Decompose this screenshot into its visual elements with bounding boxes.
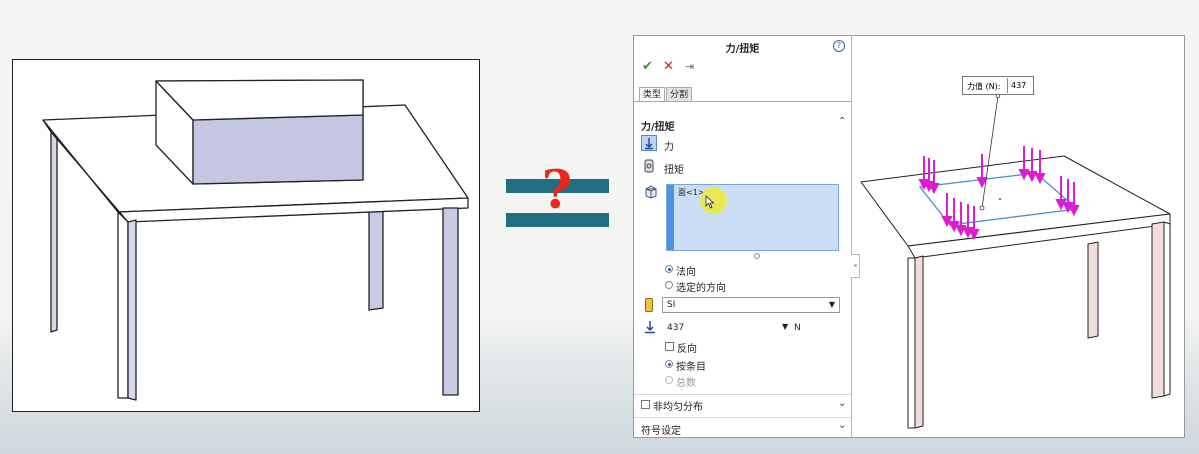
force-unit-label: N (794, 323, 801, 333)
table-with-box-drawing (42, 79, 469, 401)
symbol-settings-label[interactable]: 符号设定 (641, 422, 681, 437)
force-value-icon (643, 320, 659, 336)
callout-label: 力值 (N): (967, 82, 1001, 91)
section-divider (634, 394, 851, 395)
value-dropdown-arrow-icon[interactable]: ▼ (782, 322, 788, 331)
callout-value[interactable]: 437 (1007, 78, 1032, 93)
question-circle-icon[interactable]: ? (833, 40, 845, 52)
units-icon (645, 298, 653, 312)
pushpin-icon[interactable]: ⇥ (685, 60, 694, 73)
chevron-down-icon[interactable]: ⌄ (838, 420, 846, 431)
section-divider (634, 417, 851, 418)
force-option-label: 力 (664, 142, 674, 153)
left-illustration-frame (12, 59, 480, 412)
normal-direction-radio[interactable] (665, 265, 673, 273)
torque-option-label: 扭矩 (664, 165, 684, 176)
torque-option-icon[interactable] (641, 158, 657, 174)
unit-system-select[interactable]: SI ▼ (662, 297, 840, 313)
nonuniform-label: 非均匀分布 (653, 402, 703, 413)
checkmark-icon[interactable]: ✔ (642, 59, 653, 74)
selected-direction-label: 选定的方向 (676, 283, 726, 294)
total-label: 总数 (676, 378, 696, 389)
reverse-checkbox[interactable] (665, 342, 674, 351)
nonuniform-checkbox[interactable] (641, 400, 650, 409)
force-value-input[interactable]: 437 (662, 320, 792, 336)
mouse-pointer-icon (705, 195, 715, 209)
reverse-label: 反向 (677, 344, 697, 355)
face-selection-list[interactable]: 面<1> (666, 184, 839, 251)
resize-handle[interactable] (754, 253, 760, 259)
simulation-window: 力/扭矩 ? ✔ ✕ ⇥ 类型 分割 力/扭矩 ⌃ 力 扭矩 面<1> 法向 选… (633, 35, 1185, 438)
force-section-header[interactable]: 力/扭矩 (641, 118, 675, 133)
chevron-up-icon[interactable]: ⌃ (838, 116, 846, 127)
total-radio[interactable] (665, 376, 673, 384)
panel-title: 力/扭矩 (725, 44, 760, 55)
unit-system-value: SI (667, 300, 676, 310)
tab-type[interactable]: 类型 (639, 87, 666, 102)
selected-direction-radio[interactable] (665, 281, 673, 289)
force-option-icon[interactable] (641, 135, 657, 151)
chevron-down-icon[interactable]: ⌄ (838, 398, 846, 409)
per-item-radio[interactable] (665, 360, 673, 368)
face-selection-icon (644, 185, 660, 201)
table-load-drawing (860, 93, 1171, 429)
tab-split[interactable]: 分割 (666, 87, 693, 102)
normal-direction-label: 法向 (676, 267, 696, 278)
per-item-label: 按条目 (676, 362, 706, 373)
equals-question-icon: ? (506, 160, 609, 236)
selection-accent-bar (667, 185, 674, 250)
tab-divider (634, 101, 851, 102)
x-icon[interactable]: ✕ (663, 59, 674, 74)
svg-text:?: ? (542, 168, 572, 221)
force-value-callout[interactable]: 力值 (N): 437 (962, 76, 1034, 95)
dropdown-arrow-icon: ▼ (828, 300, 835, 309)
property-manager: 力/扭矩 ? ✔ ✕ ⇥ 类型 分割 力/扭矩 ⌃ 力 扭矩 面<1> 法向 选… (634, 36, 852, 437)
